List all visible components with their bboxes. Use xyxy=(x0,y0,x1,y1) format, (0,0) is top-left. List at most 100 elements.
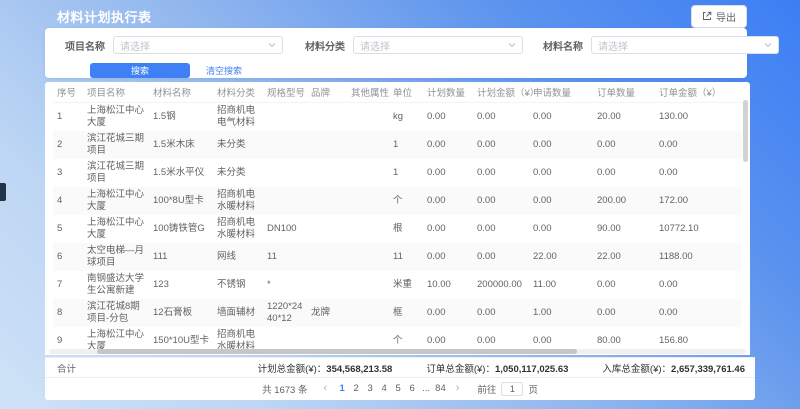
table-cell: 90.00 xyxy=(593,215,655,243)
horizontal-scrollbar[interactable] xyxy=(97,349,577,354)
table-cell xyxy=(307,215,347,243)
table-cell: 0.00 xyxy=(655,299,742,327)
chevron-down-icon xyxy=(764,36,772,54)
summary-total-label: 合计 xyxy=(57,361,76,375)
table-cell: 招商机电水暖材料 xyxy=(213,187,263,215)
table-cell xyxy=(307,271,347,299)
table-cell: 1.5钢 xyxy=(149,103,213,132)
table-cell: 滨江花城三期项目 xyxy=(83,159,149,187)
vertical-scrollbar[interactable] xyxy=(743,100,748,162)
pagination-total: 共 1673 条 xyxy=(262,382,307,396)
page-background: 材料计划执行表 导出 项目名称 请选择 材料分类 请选择 xyxy=(0,0,800,409)
table-row[interactable]: 4上海松江中心大厦100*8U型卡招商机电水暖材料个0.000.000.0020… xyxy=(53,187,742,215)
page-button[interactable]: 4 xyxy=(377,383,391,394)
table-cell: 太空电梯—月球项目 xyxy=(83,243,149,271)
page-button[interactable]: 2 xyxy=(349,383,363,394)
table-cell: 米重 xyxy=(389,271,423,299)
material-name-label: 材料名称 xyxy=(543,38,583,53)
table-cell: 3 xyxy=(53,159,83,187)
table-cell: 200.00 xyxy=(593,187,655,215)
table-cell: 1.5米木床 xyxy=(149,131,213,159)
table-cell: 20.00 xyxy=(593,103,655,132)
table-cell: 上海松江中心大厦 xyxy=(83,187,149,215)
table-cell: 0.00 xyxy=(529,103,593,132)
table-cell xyxy=(347,243,389,271)
material-category-label: 材料分类 xyxy=(305,38,345,53)
column-header: 序号 xyxy=(53,82,83,103)
table-row[interactable]: 7南钢盛达大学生公寓新建123不锈钢*米重10.00200000.0011.00… xyxy=(53,271,742,299)
table-cell: 上海松江中心大厦 xyxy=(83,103,149,132)
top-bar: 材料计划执行表 导出 xyxy=(57,5,747,27)
goto-page-input[interactable] xyxy=(501,382,523,396)
material-name-select[interactable]: 请选择 xyxy=(591,36,779,54)
table-cell: 8 xyxy=(53,299,83,327)
page-button[interactable]: 6 xyxy=(405,383,419,394)
table-row[interactable]: 5上海松江中心大厦100铸铁管G招商机电水暖材料DN100根0.000.000.… xyxy=(53,215,742,243)
export-button[interactable]: 导出 xyxy=(691,5,747,28)
table-cell: 11 xyxy=(263,243,307,271)
column-header: 项目名称 xyxy=(83,82,149,103)
column-header: 订单金额（¥） xyxy=(655,82,742,103)
table-cell: 0.00 xyxy=(655,159,742,187)
column-header: 单位 xyxy=(389,82,423,103)
table-cell: 10772.10 xyxy=(655,215,742,243)
bottom-bar: 合计 计划总金额(¥)：354,568,213.58 订单总金额(¥)：1,05… xyxy=(45,357,755,400)
material-category-select[interactable]: 请选择 xyxy=(353,36,523,54)
page-button[interactable]: 3 xyxy=(363,383,377,394)
table-cell: 172.00 xyxy=(655,187,742,215)
column-header: 品牌 xyxy=(307,82,347,103)
table-cell: kg xyxy=(389,103,423,132)
table-row[interactable]: 1上海松江中心大厦1.5钢招商机电电气材料kg0.000.000.0020.00… xyxy=(53,103,742,132)
table-cell xyxy=(347,131,389,159)
table-cell: 100*8U型卡 xyxy=(149,187,213,215)
table-row[interactable]: 6太空电梯—月球项目111网线11110.000.0022.0022.00118… xyxy=(53,243,742,271)
table-cell: 招商机电水暖材料 xyxy=(213,215,263,243)
clear-search-link[interactable]: 清空搜索 xyxy=(206,64,242,77)
table-cell: 0.00 xyxy=(655,131,742,159)
table-cell: 0.00 xyxy=(655,271,742,299)
horizontal-scrollbar-track xyxy=(49,349,746,354)
table-cell xyxy=(347,299,389,327)
export-label: 导出 xyxy=(716,9,736,24)
page-title: 材料计划执行表 xyxy=(57,7,152,26)
project-name-select[interactable]: 请选择 xyxy=(113,36,283,54)
table-cell: 130.00 xyxy=(655,103,742,132)
table-cell: 1 xyxy=(389,131,423,159)
project-name-label: 项目名称 xyxy=(65,38,105,53)
pagination: 共 1673 条 ‹ 123456...84 › 前往 页 xyxy=(45,378,755,399)
search-button[interactable]: 搜索 xyxy=(90,63,190,78)
table-body: 1上海松江中心大厦1.5钢招商机电电气材料kg0.000.000.0020.00… xyxy=(53,103,742,356)
table-cell: 7 xyxy=(53,271,83,299)
table-cell: 1188.00 xyxy=(655,243,742,271)
table-cell xyxy=(263,159,307,187)
page-button[interactable]: 1 xyxy=(335,383,349,394)
table-cell xyxy=(347,187,389,215)
table-cell xyxy=(347,215,389,243)
table-cell xyxy=(263,103,307,132)
table-cell: 根 xyxy=(389,215,423,243)
table-cell: 1.5米水平仪 xyxy=(149,159,213,187)
column-header: 材料分类 xyxy=(213,82,263,103)
column-header: 规格型号 xyxy=(263,82,307,103)
table-cell: 1220*2440*12 xyxy=(263,299,307,327)
table-cell: 0.00 xyxy=(423,299,473,327)
table-cell: 0.00 xyxy=(593,299,655,327)
page-button[interactable]: 5 xyxy=(391,383,405,394)
table-cell: 0.00 xyxy=(423,187,473,215)
page-button[interactable]: 84 xyxy=(433,383,448,394)
table-row[interactable]: 3滨江花城三期项目1.5米水平仪未分类10.000.000.000.000.00 xyxy=(53,159,742,187)
goto-label: 前往 xyxy=(477,382,496,396)
prev-page-button[interactable]: ‹ xyxy=(319,383,331,394)
next-page-button[interactable]: › xyxy=(452,383,464,394)
sidebar-collapse-handle[interactable] xyxy=(0,183,6,201)
table-cell: 1 xyxy=(389,159,423,187)
table-row[interactable]: 2滨江花城三期项目1.5米木床未分类10.000.000.000.000.00 xyxy=(53,131,742,159)
page-number-list: 123456...84 xyxy=(335,383,448,394)
summary-bar: 合计 计划总金额(¥)：354,568,213.58 订单总金额(¥)：1,05… xyxy=(45,357,755,378)
table-cell: 0.00 xyxy=(423,159,473,187)
table-row[interactable]: 8滨江花城8期项目-分包12石膏板墙面辅材1220*2440*12龙牌框0.00… xyxy=(53,299,742,327)
table-cell: DN100 xyxy=(263,215,307,243)
table-cell: 个 xyxy=(389,187,423,215)
table-cell: 滨江花城三期项目 xyxy=(83,131,149,159)
table-cell xyxy=(307,159,347,187)
